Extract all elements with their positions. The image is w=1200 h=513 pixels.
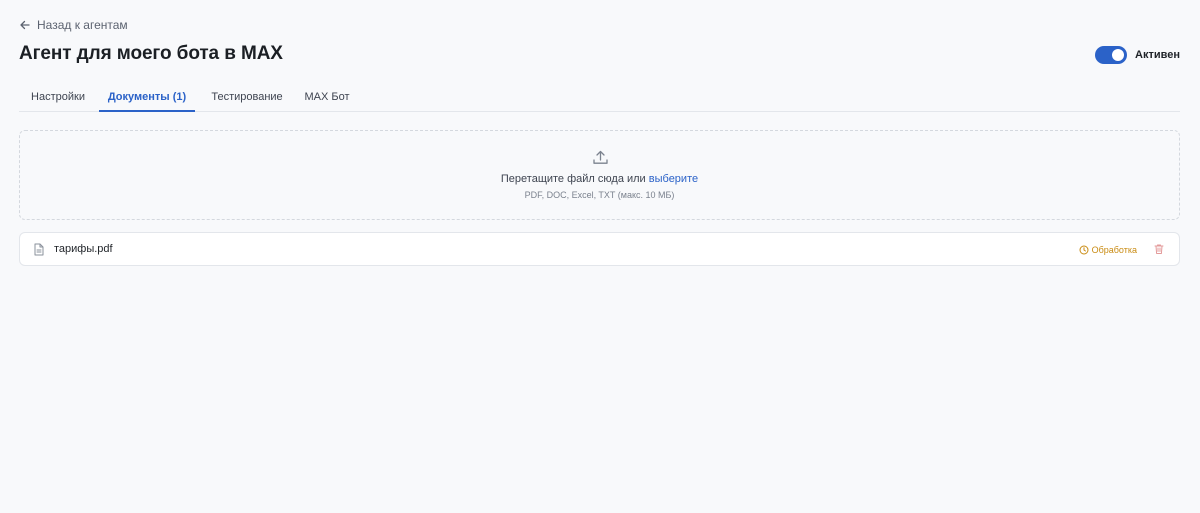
- tab-testing[interactable]: Тестирование: [199, 84, 295, 112]
- toggle-knob: [1112, 49, 1125, 61]
- arrow-left-icon: [20, 20, 30, 30]
- active-toggle[interactable]: [1095, 46, 1128, 64]
- upload-instructions: Перетащите файл сюда или выберите: [20, 173, 1179, 185]
- trash-icon[interactable]: [1153, 243, 1165, 255]
- upload-text: Перетащите файл сюда или: [500, 173, 646, 185]
- choose-file-link[interactable]: выберите: [649, 173, 698, 185]
- file-row: тарифы.pdf Обработка: [19, 232, 1180, 266]
- back-link-label: Назад к агентам: [37, 18, 128, 32]
- tab-max-bot[interactable]: MAX Бот: [297, 84, 357, 112]
- upload-dropzone[interactable]: Перетащите файл сюда или выберите PDF, D…: [19, 130, 1180, 220]
- page-title: Агент для моего бота в MAX: [19, 43, 283, 64]
- file-name: тарифы.pdf: [54, 243, 113, 255]
- processing-badge: Обработка: [1079, 243, 1137, 256]
- status-label: Активен: [1135, 49, 1180, 61]
- tab-bar: Настройки Документы (1) Тестирование MAX…: [19, 84, 1180, 112]
- processing-label: Обработка: [1091, 244, 1137, 255]
- status-toggle-group: Активен: [1095, 46, 1180, 64]
- back-link[interactable]: Назад к агентам: [19, 17, 128, 33]
- upload-hint: PDF, DOC, Excel, TXT (макс. 10 МБ): [524, 190, 675, 200]
- file-icon: [34, 243, 44, 256]
- tab-settings[interactable]: Настройки: [19, 84, 97, 112]
- upload-icon: [593, 150, 608, 164]
- clock-icon: [1079, 245, 1089, 254]
- tab-documents[interactable]: Документы (1): [99, 84, 195, 112]
